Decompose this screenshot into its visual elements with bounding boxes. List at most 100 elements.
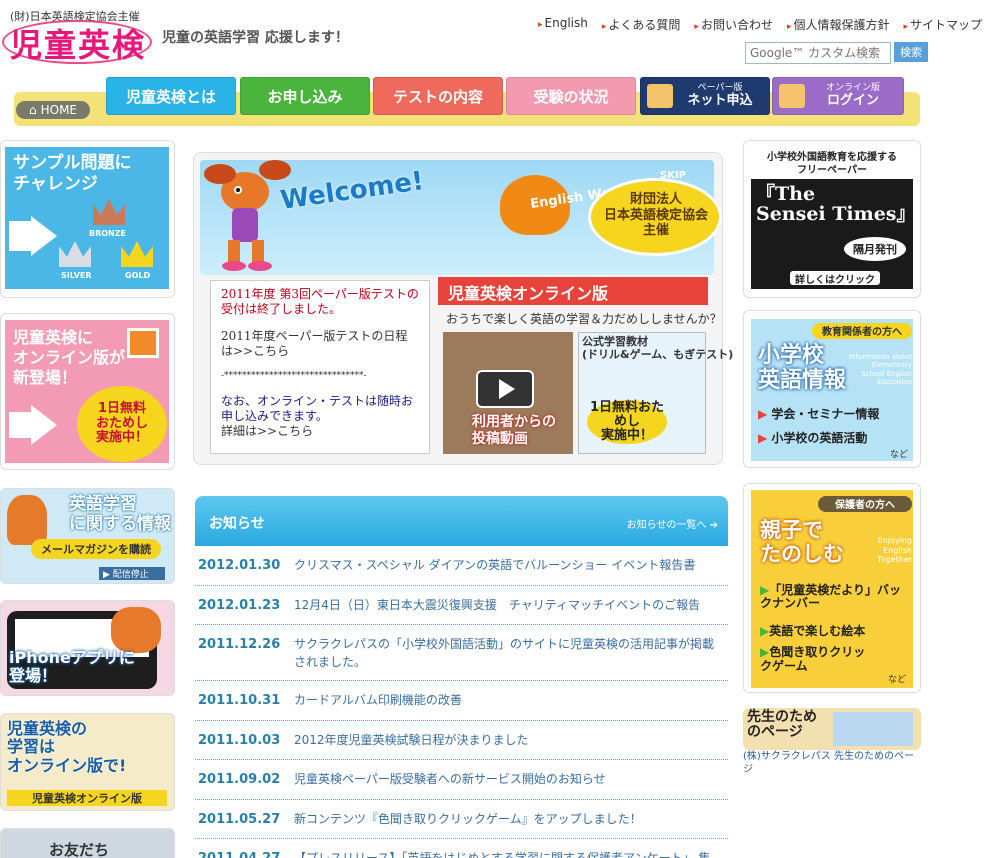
gold-label: GOLD bbox=[125, 271, 151, 280]
friend-banner[interactable]: お友だち bbox=[0, 828, 175, 858]
notice-closed: 2011年度 第3回ペーパー版テストの受付は終了しました。 bbox=[221, 287, 419, 316]
notice-detail-link[interactable]: 詳細は>>こちら bbox=[221, 424, 419, 439]
header: (財)日本英語検定協会主催 児童英検 児童の英語学習 応援します！ Englis… bbox=[0, 0, 994, 135]
friend-title: お友だち bbox=[49, 841, 110, 858]
search-button[interactable]: 検索 bbox=[894, 42, 928, 62]
parent-banner[interactable]: 保護者の方へ 親子で たのしむ Enjoying English Togethe… bbox=[743, 483, 921, 693]
teacher-banner-title: 先生のためのページ bbox=[747, 709, 817, 741]
news-link[interactable]: クリスマス・スペシャル ダイアンの英語でバルーンショー イベント報告書 bbox=[294, 556, 695, 576]
news-item: 2011.10.03 2012年度児童英検試験日程が決まりました bbox=[195, 721, 728, 760]
mail-subscribe-button[interactable]: メールマガジンを購読 bbox=[31, 539, 161, 559]
home-button[interactable]: ⌂ HOME bbox=[16, 101, 90, 119]
news-link[interactable]: 新コンテンツ『色聞き取りクリックゲーム』をアップしました！ bbox=[294, 810, 642, 830]
search-input[interactable] bbox=[745, 42, 891, 64]
news-list-link[interactable]: お知らせの一覧へ ➔ bbox=[627, 516, 718, 531]
sensei-top-text: 小学校外国語教育を応援する フリーペーパー bbox=[767, 152, 897, 176]
sample-challenge-banner[interactable]: サンプル問題に チャレンジ BRONZE SILVER GOLD bbox=[0, 140, 175, 298]
edu-item-label: 学会・セミナー情報 bbox=[771, 407, 880, 421]
news-link[interactable]: 【プレスリリース】「英語をはじめとする学習に関する保護者アンケート」 集 bbox=[294, 849, 710, 858]
edu-tag: 教育関係者の方へ bbox=[812, 323, 912, 339]
teacher-page-caption[interactable]: (株)サクラクレパス 先生のためのページ bbox=[743, 750, 923, 776]
triangle-icon: ▶ bbox=[758, 431, 768, 445]
nav-online-login[interactable]: オンライン版 ログイン bbox=[772, 77, 904, 115]
nav-test-content[interactable]: テストの内容 bbox=[373, 77, 503, 115]
news-list: 2012.01.30 クリスマス・スペシャル ダイアンの英語でバルーンショー イベ… bbox=[195, 546, 728, 858]
news-date: 2011.10.31 bbox=[198, 693, 281, 708]
news-item: 2011.10.31 カードアルバム印刷機能の改善 bbox=[195, 681, 728, 721]
news-date: 2011.10.03 bbox=[198, 732, 281, 748]
news-link[interactable]: 12月4日（日）東日本大震災復興支援 チャリティマッチイベントのご報告 bbox=[294, 596, 700, 616]
news-item: 2011.05.27 新コンテンツ『色聞き取りクリックゲーム』をアップしました！ bbox=[195, 800, 728, 839]
material-free-badge: 1日無料おためし 実施中！ bbox=[587, 400, 667, 444]
triangle-icon: ▶ bbox=[758, 407, 768, 421]
mail-magazine-banner[interactable]: 英語学習 に関する情報 メールマガジンを購読 ▶ 配信停止 bbox=[0, 488, 175, 584]
teacher-page-banner[interactable]: 先生のためのページ bbox=[743, 708, 921, 750]
contact-link[interactable]: お問い合わせ bbox=[694, 16, 773, 33]
org-label: 財団法人 日本英語検定協会 主催 bbox=[603, 192, 708, 239]
news-date: 2011.05.27 bbox=[198, 811, 281, 827]
news-header: お知らせ お知らせの一覧へ ➔ bbox=[195, 496, 728, 546]
iphone-app-banner[interactable]: iPhoneアプリに 登場！ bbox=[0, 600, 175, 696]
online-main-label: ログイン bbox=[826, 92, 879, 108]
faq-link[interactable]: よくある質問 bbox=[602, 16, 680, 33]
news-date: 2011.12.26 bbox=[198, 637, 281, 652]
mail-stop-link[interactable]: ▶ 配信停止 bbox=[99, 567, 165, 580]
online-version-title[interactable]: 児童英検オンライン版 bbox=[438, 277, 708, 305]
news-link[interactable]: 2012年度児童英検試験日程が決まりました bbox=[294, 731, 529, 751]
mail-title: 英語学習 に関する情報 bbox=[69, 494, 171, 534]
notice-online: なお、オンライン・テストは随時お申し込みできます。 bbox=[221, 394, 414, 424]
news-link[interactable]: 児童英検ペーパー版受験者への新サービス開始のお知らせ bbox=[294, 770, 606, 790]
video-label: 利用者からの 投稿動画 bbox=[472, 414, 556, 447]
parent-item-newsletter[interactable]: ▶「児童英検だより」バックナンバー bbox=[760, 583, 910, 611]
privacy-link[interactable]: 個人情報保護方針 bbox=[787, 16, 890, 33]
nav-paper-apply[interactable]: ペーパー版 ネット申込 bbox=[640, 77, 770, 115]
play-icon bbox=[499, 379, 515, 399]
news-date: 2012.01.30 bbox=[198, 558, 281, 573]
nav-about[interactable]: 児童英検とは bbox=[106, 77, 236, 115]
news-date: 2011.04.27 bbox=[198, 849, 294, 858]
crayon-image bbox=[833, 712, 913, 746]
circle-arrow-icon: ➔ bbox=[709, 520, 718, 531]
triangle-icon: ▶ bbox=[760, 583, 770, 597]
edu-item-activity[interactable]: ▶ 小学校の英語活動 bbox=[758, 429, 867, 446]
sitemap-link[interactable]: サイトマップ bbox=[904, 16, 982, 33]
edu-more: など bbox=[890, 450, 909, 460]
notice-schedule-link[interactable]: 2011年度ペーパー版テストの日程は>>こちら bbox=[221, 329, 419, 359]
dog-mascot-icon bbox=[7, 495, 47, 545]
english-link[interactable]: English bbox=[538, 16, 588, 33]
parent-tag: 保護者の方へ bbox=[818, 496, 912, 512]
learn-online-banner[interactable]: 児童英検の 学習は オンライン版で! 児童英検オンライン版 bbox=[0, 713, 175, 811]
online-new-banner[interactable]: 児童英検に オンライン版が 新登場！ 1日無料 おためし 実施中！ bbox=[0, 313, 175, 470]
news-item: 2012.01.23 12月4日（日）東日本大震災復興支援 チャリティマッチイベン… bbox=[195, 586, 728, 625]
arrow-right-icon bbox=[31, 216, 57, 256]
home-label: HOME bbox=[40, 103, 78, 117]
pencil-icon bbox=[647, 84, 673, 108]
parent-item-label: 「児童英検だより」バックナンバー bbox=[760, 583, 901, 611]
arrow-right-icon bbox=[31, 405, 57, 445]
nav-status[interactable]: 受験の状況 bbox=[506, 77, 636, 115]
parent-item-picturebook[interactable]: ▶英語で楽しむ絵本 bbox=[760, 622, 865, 639]
elementary-english-banner[interactable]: 教育関係者の方へ 小学校 英語情報 Information about Elem… bbox=[743, 310, 921, 468]
news-list-label: お知らせの一覧へ bbox=[626, 520, 707, 531]
online-version-subtitle: おうちで楽しく英語の学習＆力だめししませんか？ bbox=[446, 312, 722, 326]
sensei-more-button[interactable]: 詳しくはクリック bbox=[790, 271, 880, 286]
parent-item-game[interactable]: ▶色聞き取りクリックゲーム bbox=[760, 645, 870, 674]
monitor-icon bbox=[779, 84, 805, 108]
news-item: 2011.04.27【プレスリリース】「英語をはじめとする学習に関する保護者アン… bbox=[195, 839, 728, 858]
edu-item-label: 小学校の英語活動 bbox=[771, 431, 868, 445]
news-link[interactable]: サクラクレパスの「小学校外国語活動」のサイトに児童英検の活用記事が掲載されました… bbox=[294, 635, 725, 671]
search-form: 検索 bbox=[745, 42, 928, 64]
news-link[interactable]: カードアルバム印刷機能の改善 bbox=[294, 691, 462, 711]
arrow-bar bbox=[9, 221, 31, 251]
nav-apply[interactable]: お申し込み bbox=[240, 77, 370, 115]
news-title: お知らせ bbox=[209, 516, 265, 532]
parent-more: など bbox=[888, 675, 907, 685]
notice-box: 2011年度 第3回ペーパー版テストの受付は終了しました。 2011年度ペーパー… bbox=[210, 280, 430, 454]
iphone-title: iPhoneアプリに 登場！ bbox=[9, 648, 135, 686]
learn-online-footer: 児童英検オンライン版 bbox=[7, 790, 167, 806]
edu-item-seminar[interactable]: ▶ 学会・セミナー情報 bbox=[758, 405, 879, 422]
news-date: 2011.09.02 bbox=[198, 772, 281, 787]
sensei-times-banner[interactable]: 小学校外国語教育を応援する フリーペーパー 『The Sensei Times』… bbox=[743, 140, 921, 298]
edu-title: 小学校 英語情報 bbox=[758, 343, 847, 394]
site-logo[interactable]: 児童英検 bbox=[10, 20, 146, 66]
